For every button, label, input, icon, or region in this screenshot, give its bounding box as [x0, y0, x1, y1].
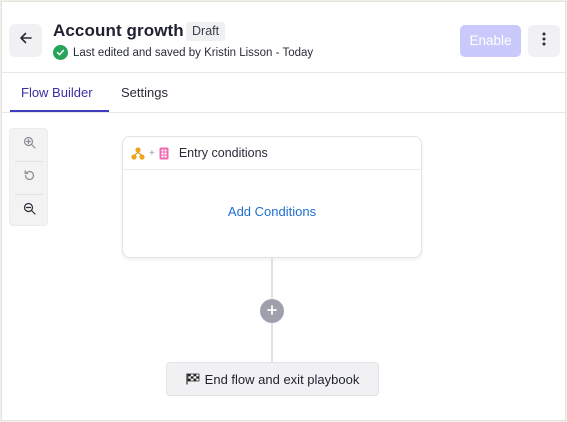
- back-button[interactable]: [9, 24, 42, 57]
- checkered-flag-icon: [186, 373, 200, 385]
- zoom-in-icon: [23, 136, 36, 154]
- more-options-button[interactable]: [528, 25, 560, 57]
- page-header: Account growth Draft Last edited and sav…: [2, 2, 565, 73]
- tab-settings[interactable]: Settings: [121, 73, 168, 113]
- status-badge: Draft: [186, 22, 226, 41]
- zoom-in-button[interactable]: [10, 129, 49, 161]
- flow-connector: [271, 323, 273, 362]
- flow-connector: [271, 258, 273, 299]
- plus-separator: +: [149, 147, 155, 159]
- end-flow-node[interactable]: End flow and exit playbook: [166, 362, 379, 396]
- hierarchy-icon: [131, 146, 145, 160]
- arrow-left-icon: [19, 31, 33, 50]
- entry-conditions-card[interactable]: + Entry conditions Add Conditions: [122, 136, 422, 258]
- zoom-out-icon: [23, 202, 36, 220]
- active-tab-indicator: [10, 110, 109, 112]
- save-status-text: Last edited and saved by Kristin Lisson …: [73, 46, 314, 59]
- zoom-out-button[interactable]: [10, 195, 49, 227]
- list-icon: [159, 147, 169, 160]
- entry-conditions-title: Entry conditions: [178, 146, 268, 160]
- app-window: Account growth Draft Last edited and sav…: [1, 1, 566, 421]
- entry-conditions-header: + Entry conditions: [123, 137, 421, 170]
- tab-bar: Flow Builder Settings: [2, 73, 565, 113]
- end-flow-label: End flow and exit playbook: [204, 371, 360, 387]
- add-step-button[interactable]: [260, 299, 284, 323]
- plus-icon: [267, 302, 277, 320]
- page-title: Account growth: [53, 21, 184, 40]
- tab-flow-builder[interactable]: Flow Builder: [21, 73, 93, 113]
- zoom-toolbar: [9, 128, 48, 226]
- save-status: Last edited and saved by Kristin Lisson …: [53, 44, 313, 61]
- add-conditions-link[interactable]: Add Conditions: [123, 204, 421, 219]
- vertical-dots-icon: [542, 32, 546, 51]
- reset-view-button[interactable]: [10, 162, 49, 194]
- check-circle-icon: [53, 45, 68, 60]
- enable-button[interactable]: Enable: [460, 25, 521, 57]
- reset-icon: [23, 169, 36, 187]
